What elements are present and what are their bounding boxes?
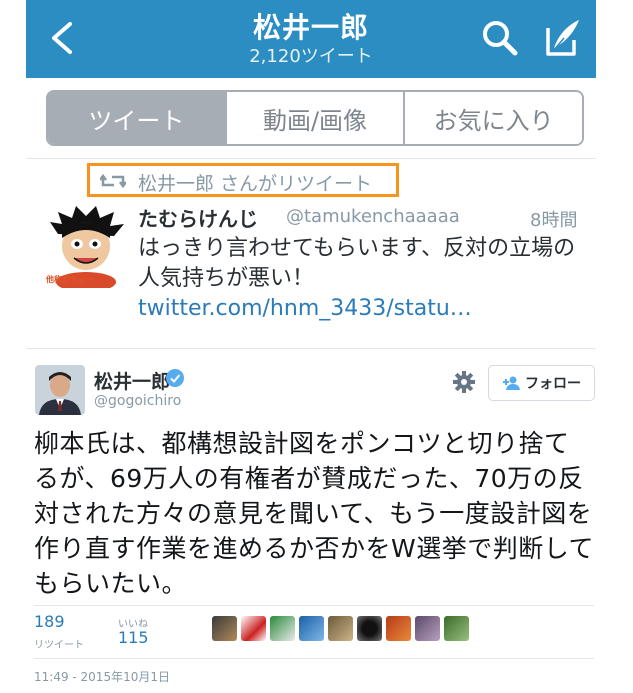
compose-button[interactable] — [542, 16, 582, 58]
divider — [34, 658, 594, 659]
follow-label: フォロー — [525, 376, 581, 392]
retweet-context-text: 松井一郎 さんがリツイート — [138, 173, 373, 195]
liker-avatar[interactable] — [241, 616, 266, 641]
avatar[interactable] — [35, 365, 85, 415]
tab-tweets[interactable]: ツイート — [48, 92, 227, 144]
follow-button[interactable]: フォロー — [488, 365, 595, 401]
search-button[interactable] — [480, 18, 520, 58]
profile-tabs: ツイート 動画/画像 お気に入り — [46, 90, 584, 146]
liker-avatars — [212, 616, 469, 641]
liker-avatar[interactable] — [299, 616, 324, 641]
avatar-caption: 他称がちゃー — [46, 275, 94, 284]
retweeted-tweet-body: はっきり言わせてもらいます、反対の立場の人気持ちが悪い！ — [138, 236, 576, 291]
liker-avatar[interactable] — [212, 616, 237, 641]
divider — [26, 348, 596, 349]
retweeted-tweet-text[interactable]: はっきり言わせてもらいます、反対の立場の人気持ちが悪い！ twitter.com… — [138, 234, 588, 324]
retweet-icon — [100, 173, 126, 189]
like-count[interactable]: 115 — [118, 628, 149, 647]
divider — [26, 158, 596, 159]
liker-avatar[interactable] — [386, 616, 411, 641]
liker-avatar[interactable] — [270, 616, 295, 641]
author-name[interactable]: 松井一郎 — [94, 367, 170, 394]
gear-icon[interactable] — [452, 370, 476, 394]
verified-badge-icon — [166, 369, 184, 387]
retweet-count[interactable]: 189 — [34, 612, 65, 631]
search-icon — [483, 21, 518, 56]
tweet-stats: 189 リツイート いいね 115 — [34, 610, 594, 656]
liker-avatar[interactable] — [415, 616, 440, 641]
retweeted-tweet-time: 8時間 — [530, 210, 578, 231]
add-user-icon — [503, 376, 520, 390]
retweet-context-highlight: 松井一郎 さんがリツイート — [87, 163, 399, 197]
retweeted-author-name[interactable]: たむらけんじ — [138, 203, 258, 232]
avatar[interactable]: 他称がちゃー — [44, 204, 128, 292]
profile-photo — [35, 365, 85, 415]
tab-favorites[interactable]: お気に入り — [405, 92, 582, 144]
liker-avatar[interactable] — [444, 616, 469, 641]
profile-header: 松井一郎 2,120ツイート — [26, 0, 596, 78]
liker-avatar[interactable] — [357, 616, 382, 641]
retweeted-author-handle[interactable]: @tamukenchaaaaa — [286, 206, 460, 227]
liker-avatar[interactable] — [328, 616, 353, 641]
divider — [34, 605, 594, 606]
tweet-text: 柳本氏は、都構想設計図をポンコツと切り捨てるが、69万人の有権者が賛成だった、7… — [34, 429, 594, 598]
compose-icon — [546, 20, 579, 56]
author-handle[interactable]: @gogoichiro — [94, 393, 181, 409]
tweet-timestamp: 11:49 - 2015年10月1日 — [34, 670, 170, 684]
tab-media[interactable]: 動画/画像 — [226, 92, 406, 144]
retweet-count-label: リツイート — [34, 640, 84, 651]
retweeted-tweet-link[interactable]: twitter.com/hnm_3433/statu… — [138, 296, 472, 321]
